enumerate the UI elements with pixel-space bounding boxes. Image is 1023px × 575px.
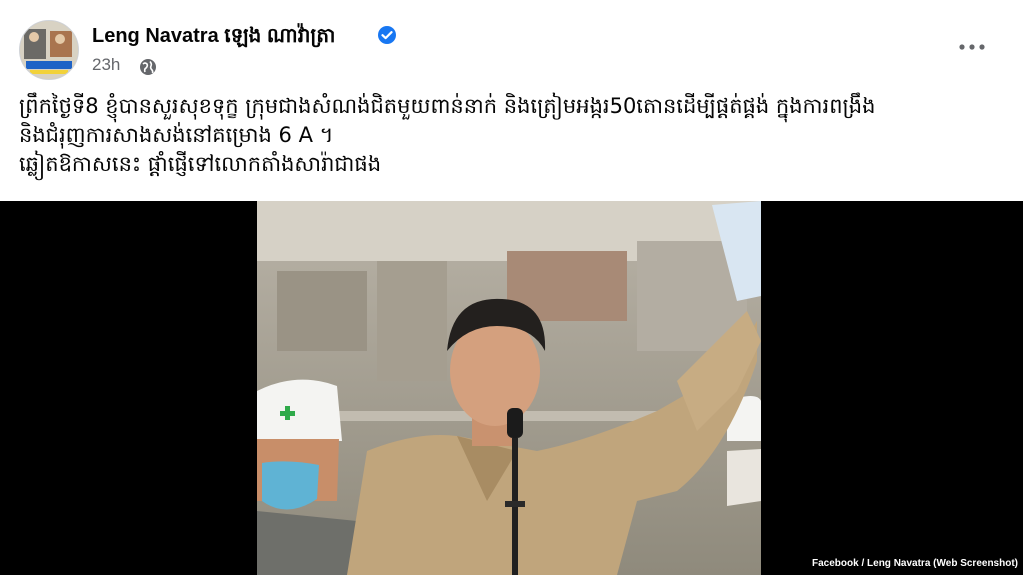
speaker-photo (257, 201, 761, 575)
more-options-icon (959, 44, 985, 50)
post-header: Leng Navatra ឡេង ណាវ៉ាត្រា 23h (0, 0, 1023, 90)
post-text-line: ព្រឹកថ្ងៃទី8 ខ្ញុំបានសួរសុខទុក្ខ ក្រុមជា… (19, 94, 876, 118)
more-options-button[interactable] (952, 34, 992, 60)
post-media[interactable]: Facebook / Leng Navatra (Web Screenshot) (0, 201, 1023, 575)
globe-icon (140, 59, 156, 75)
verified-badge-icon (378, 26, 396, 44)
author-name[interactable]: Leng Navatra ឡេង ណាវ៉ាត្រា (92, 22, 335, 52)
author-avatar[interactable] (19, 20, 79, 80)
post-text-line: ឆ្លៀតឱកាសនេះ ផ្តាំផ្ញើទៅលោកតាំងសារ៉ាជាផង (19, 152, 382, 176)
post-timestamp[interactable]: 23h (92, 55, 120, 75)
avatar-image (20, 21, 78, 79)
photo-caption: Facebook / Leng Navatra (Web Screenshot) (812, 558, 1018, 569)
post-photo[interactable] (257, 201, 761, 575)
post-text-line: និងជំរុញការសាងសង់នៅគម្រោង 6 A ។ (19, 123, 334, 147)
post-text: ព្រឹកថ្ងៃទី8 ខ្ញុំបានសួរសុខទុក្ខ ក្រុមជា… (19, 92, 1009, 179)
